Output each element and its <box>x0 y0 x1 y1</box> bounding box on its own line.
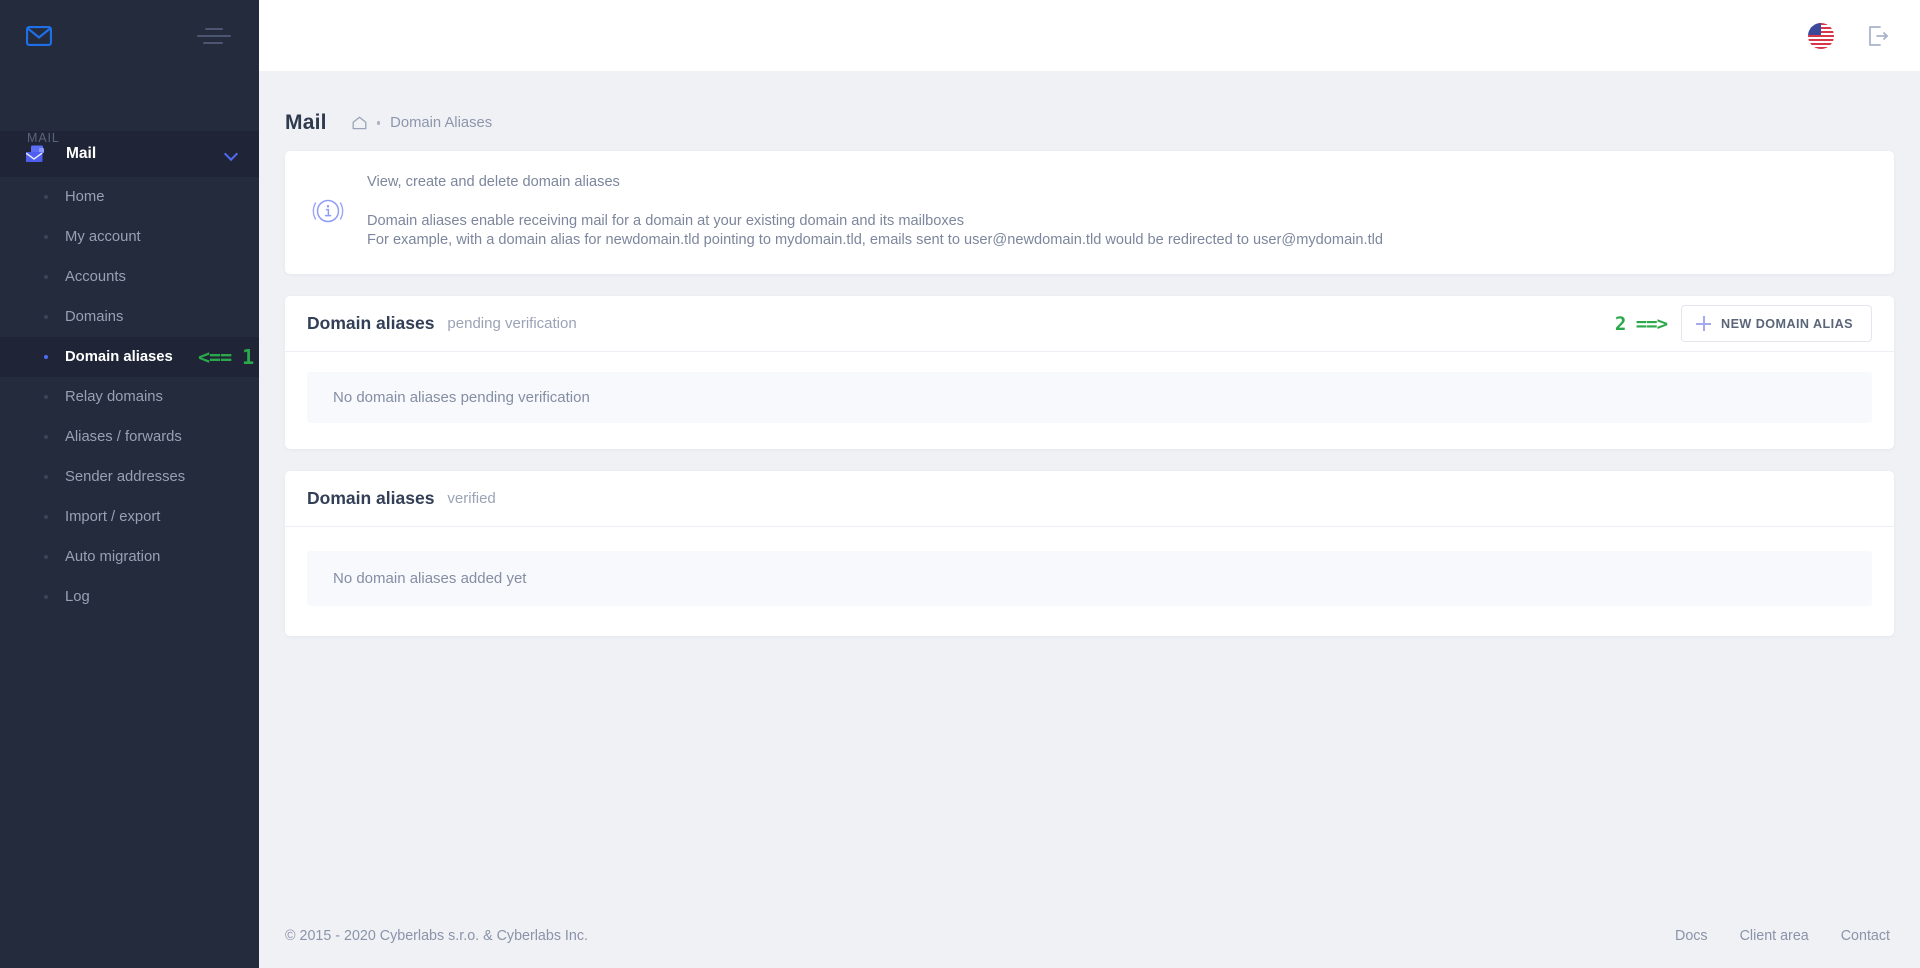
logout-icon[interactable] <box>1864 23 1890 49</box>
verified-empty-state: No domain aliases added yet <box>307 551 1872 606</box>
sidebar-item-domains[interactable]: Domains <box>0 297 259 337</box>
sidebar-item-log[interactable]: Log <box>0 577 259 617</box>
sidebar-item-accounts[interactable]: Accounts <box>0 257 259 297</box>
sidebar-header <box>0 0 259 71</box>
footer-copyright: © 2015 - 2020 Cyberlabs s.r.o. & Cyberla… <box>285 928 588 944</box>
breadcrumb-current: Domain Aliases <box>390 115 493 131</box>
page-title: Mail <box>285 111 327 134</box>
bullet-icon <box>44 515 48 519</box>
sidebar-item-my-account[interactable]: My account <box>0 217 259 257</box>
envelope-icon[interactable] <box>26 25 52 46</box>
home-icon[interactable] <box>352 116 367 130</box>
sidebar-item-import-export[interactable]: Import / export <box>0 497 259 537</box>
footer-link-client-area[interactable]: Client area <box>1740 928 1809 944</box>
sidebar-item-sender-addresses[interactable]: Sender addresses <box>0 457 259 497</box>
sidebar-item-label: Aliases / forwards <box>65 429 182 445</box>
annotation-1: <== 1 <box>198 345 254 369</box>
footer-links: Docs Client area Contact <box>1675 928 1890 944</box>
sidebar-group-label: Mail <box>66 145 97 162</box>
info-alert-card: View, create and delete domain aliases D… <box>285 151 1894 274</box>
bullet-icon <box>44 355 48 359</box>
footer-link-docs[interactable]: Docs <box>1675 928 1708 944</box>
annotation-2: 2 ==> <box>1614 312 1668 335</box>
bullet-icon <box>44 235 48 239</box>
sidebar-item-label: Log <box>65 589 90 605</box>
main-content: Mail Domain Aliases View, create and del… <box>259 71 1920 968</box>
sidebar-item-label: Accounts <box>65 269 126 285</box>
bullet-icon <box>44 555 48 559</box>
sidebar-item-list: Home My account Accounts Domains Domain alia… <box>0 177 259 617</box>
bullet-icon <box>44 275 48 279</box>
pending-empty-state: No domain aliases pending verification <box>307 372 1872 423</box>
breadcrumb-separator <box>376 121 381 125</box>
bullet-icon <box>44 315 48 319</box>
footer-link-contact[interactable]: Contact <box>1841 928 1890 944</box>
bullet-icon <box>44 395 48 399</box>
sidebar-item-label: My account <box>65 229 141 245</box>
new-domain-alias-label: NEW DOMAIN ALIAS <box>1721 316 1853 331</box>
pending-card-body: No domain aliases pending verification <box>285 352 1894 449</box>
sidebar-item-relay-domains[interactable]: Relay domains <box>0 377 259 417</box>
info-alert-text: View, create and delete domain aliases D… <box>351 170 1383 250</box>
bullet-icon <box>44 435 48 439</box>
sidebar-item-domain-aliases[interactable]: Domain aliases <== 1 <box>0 337 259 377</box>
info-alert-line-1: Domain aliases enable receiving mail for… <box>367 213 965 229</box>
mail-stack-icon <box>26 145 54 163</box>
sidebar-item-label: Domain aliases <box>65 349 173 365</box>
pending-verification-card: Domain aliases pending verification 2 ==… <box>285 296 1894 449</box>
sidebar-item-home[interactable]: Home <box>0 177 259 217</box>
info-alert-line-2: For example, with a domain alias for new… <box>367 232 1384 248</box>
bullet-icon <box>44 475 48 479</box>
verified-card: Domain aliases verified No domain aliase… <box>285 471 1894 636</box>
sidebar-item-label: Sender addresses <box>65 469 186 485</box>
bullet-icon <box>44 195 48 199</box>
info-circle-icon <box>309 170 351 235</box>
sidebar-item-aliases-forwards[interactable]: Aliases / forwards <box>0 417 259 457</box>
pending-card-title: Domain aliases <box>307 313 435 333</box>
plus-icon <box>1696 316 1712 331</box>
sidebar-section-label: MAIL <box>27 131 60 145</box>
sidebar-item-label: Relay domains <box>65 389 163 405</box>
breadcrumb: Domain Aliases <box>352 115 492 131</box>
top-bar <box>259 0 1920 71</box>
hamburger-icon[interactable] <box>197 25 231 47</box>
pending-card-header: Domain aliases pending verification 2 ==… <box>285 296 1894 352</box>
verified-card-body: No domain aliases added yet <box>285 527 1894 636</box>
sidebar-item-label: Auto migration <box>65 549 161 565</box>
sidebar-item-label: Domains <box>65 309 124 325</box>
bullet-icon <box>44 595 48 599</box>
pending-card-subtitle: pending verification <box>447 315 577 332</box>
sidebar: MAIL Mail Home My account Accounts Domains D… <box>0 0 259 968</box>
info-alert-heading: View, create and delete domain aliases <box>367 174 620 190</box>
new-domain-alias-button[interactable]: NEW DOMAIN ALIAS <box>1681 305 1872 342</box>
footer: © 2015 - 2020 Cyberlabs s.r.o. & Cyberla… <box>259 904 1920 968</box>
verified-card-header: Domain aliases verified <box>285 471 1894 527</box>
us-flag-icon[interactable] <box>1808 22 1834 49</box>
chevron-down-icon[interactable] <box>225 148 237 160</box>
sidebar-item-label: Import / export <box>65 509 161 525</box>
verified-card-title: Domain aliases <box>307 488 435 508</box>
verified-card-subtitle: verified <box>447 490 496 507</box>
sidebar-item-label: Home <box>65 189 105 205</box>
sidebar-item-auto-migration[interactable]: Auto migration <box>0 537 259 577</box>
page-header: Mail Domain Aliases <box>259 71 1920 141</box>
